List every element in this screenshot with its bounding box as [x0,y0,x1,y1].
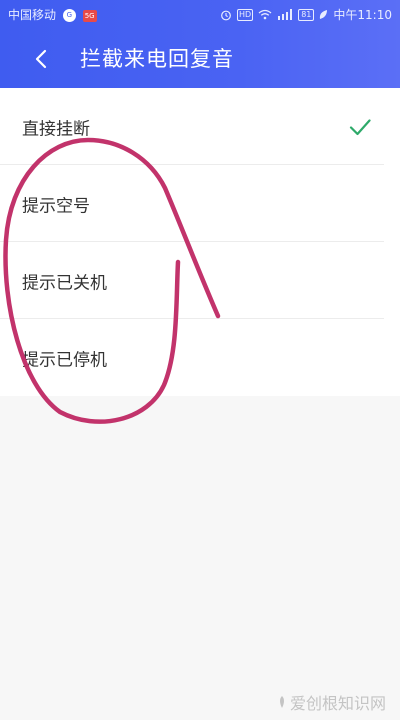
app-badge-icon: G [62,9,76,22]
option-powered-off[interactable]: 提示已关机 [0,242,400,319]
option-label: 提示空号 [22,196,90,216]
option-empty-number[interactable]: 提示空号 [0,165,400,242]
status-icons: HD 81 中午11:10 [220,6,392,23]
back-chevron-icon [35,49,47,69]
alarm-icon [221,10,231,20]
option-label: 提示已关机 [22,273,107,293]
carrier-info: 中国移动 G 5G [8,6,97,23]
battery-icon: 81 [298,8,315,21]
checkmark-icon [349,118,371,135]
watermark-logo-icon [279,696,284,708]
clock: 中午11:10 [333,8,392,22]
page-title: 拦截来电回复音 [80,47,234,71]
status-bar: 中国移动 G 5G HD 81 中午11:10 [0,0,400,28]
watermark-text: 爱创根知识网 [289,694,386,713]
back-button[interactable] [24,42,58,76]
carrier-name: 中国移动 [8,8,57,22]
app-header: 中国移动 G 5G HD 81 中午11:10 拦截来电回复音 [0,0,400,88]
option-suspended[interactable]: 提示已停机 [0,319,400,396]
option-label: 直接挂断 [22,119,90,139]
wifi-icon [258,9,272,20]
leaf-icon [320,10,328,19]
option-hang-up[interactable]: 直接挂断 [0,88,400,165]
option-label: 提示已停机 [22,350,107,370]
network-badge-icon: 5G [82,9,97,22]
hd-icon: HD [237,8,254,21]
watermark: 爱创根知识网 [277,690,386,714]
option-list: 直接挂断 提示空号 提示已关机 提示已停机 [0,88,400,396]
signal-icon [278,9,293,20]
